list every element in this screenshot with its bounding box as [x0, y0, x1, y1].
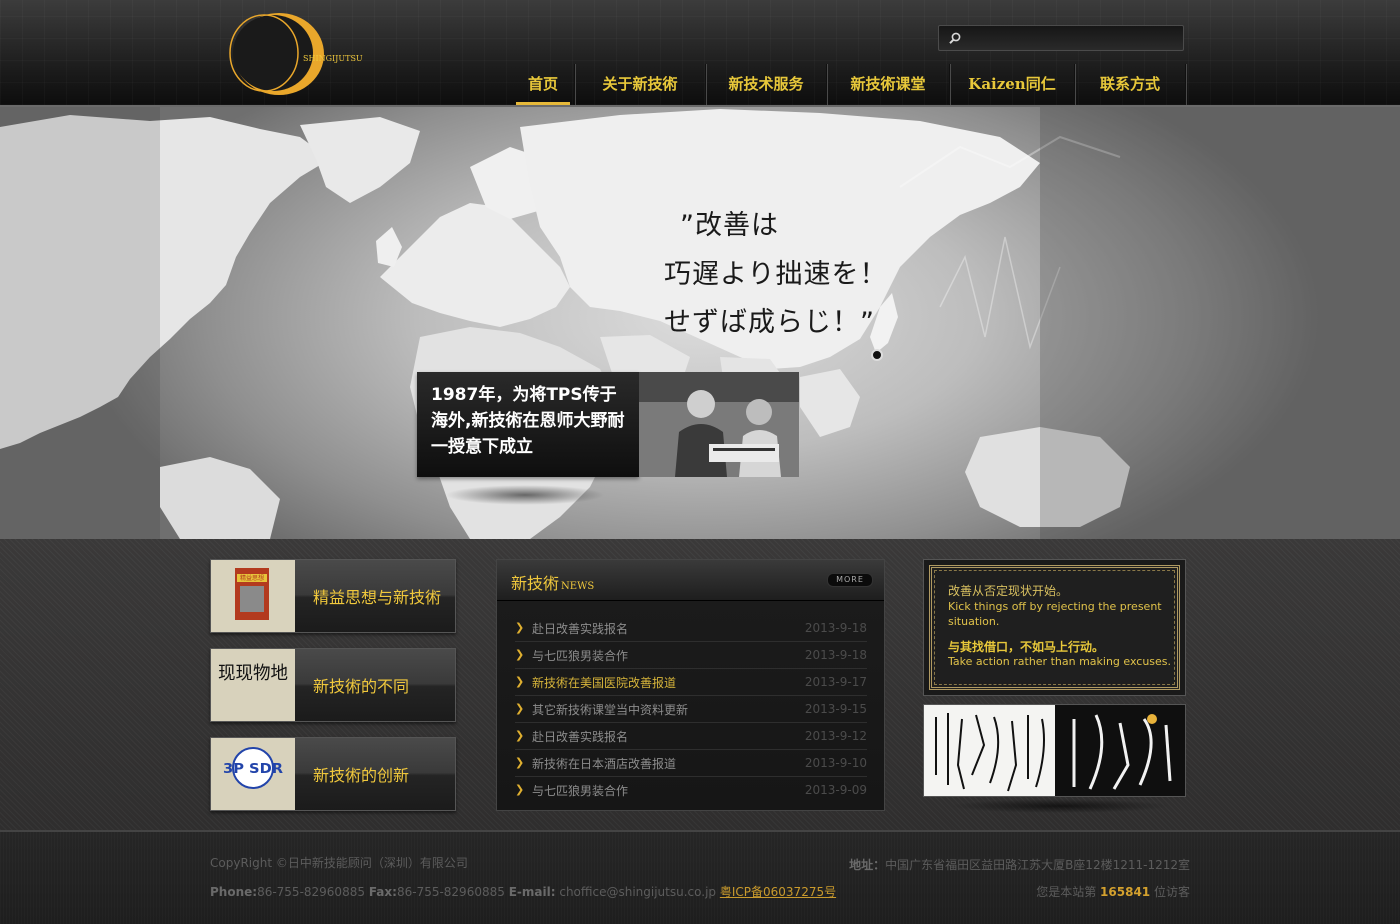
news-title-text: 新技術	[511, 574, 560, 593]
motto-board: 改善从否定现状开始。 Kick things off by rejecting …	[923, 559, 1186, 696]
main-nav: 首页 关于新技術 新技术服务 新技術课堂 Kaizen同仁 联系方式	[512, 64, 1186, 105]
news-item-date: 2013-9-17	[804, 675, 867, 689]
news-header: 新技術 NEWS MORE	[497, 560, 884, 601]
news-title: 新技術 NEWS	[511, 570, 594, 594]
news-item-date: 2013-9-18	[804, 621, 867, 635]
news-item[interactable]: ❯ 其它新技術课堂当中资料更新 2013-9-15	[515, 696, 867, 723]
motto-line-en-1: Kick things off by rejecting the present	[948, 600, 1162, 613]
footer-visitor-counter: 您是本站第 165841 位访客	[1036, 883, 1190, 900]
news-item-title[interactable]: 其它新技術课堂当中资料更新	[532, 701, 688, 718]
site-header: SHINGIJUTSU 首页 关于新技術 新技术服务 新技術课堂 Kaizen同…	[0, 0, 1400, 107]
feature-label: 精益思想与新技術	[313, 588, 442, 607]
news-more-button[interactable]: MORE	[827, 573, 873, 587]
chevron-right-icon: ❯	[515, 729, 525, 742]
news-item-title[interactable]: 与七匹狼男装合作	[532, 647, 628, 664]
news-list: ❯ 赴日改善实践报名 2013-9-18 ❯ 与七匹狼男装合作 2013-9-1…	[515, 615, 867, 803]
news-item-title[interactable]: 赴日改善实践报名	[532, 728, 628, 745]
quote-line-3: せずば成らじ！”	[664, 307, 875, 338]
calligraphy-image[interactable]	[923, 704, 1186, 797]
historic-photo	[639, 372, 799, 477]
motto-frame: 改善从否定现状开始。 Kick things off by rejecting …	[929, 565, 1180, 690]
search-box	[938, 25, 1184, 51]
news-item-date: 2013-9-12	[804, 729, 867, 743]
feature-thumb-calligraphy-text: 现现物地	[218, 663, 288, 684]
chevron-right-icon: ❯	[515, 675, 525, 688]
caption-shadow	[445, 485, 605, 505]
hero-banner[interactable]: ”改善は 巧遅より拙速を！ せずば成らじ！” 1987年，为将TPS传于海外,新…	[0, 107, 1400, 539]
banner-caption-text: 1987年，为将TPS传于海外,新技術在恩师大野耐一授意下成立	[431, 385, 625, 457]
news-item[interactable]: ❯ 赴日改善实践报名 2013-9-18	[515, 615, 867, 642]
nav-services[interactable]: 新技术服务	[706, 64, 827, 105]
news-item-date: 2013-9-15	[804, 702, 867, 716]
site-footer: CopyRight ©日中新技能顾问（深圳）有限公司 Phone:86-755-…	[0, 830, 1400, 924]
news-item-title[interactable]: 新技術在日本酒店改善报道	[532, 755, 676, 772]
news-item-date: 2013-9-09	[804, 783, 867, 797]
feature-label: 新技術的不同	[313, 677, 410, 696]
feature-thumb-book-title: 精益思想	[240, 574, 264, 582]
search-input[interactable]	[967, 28, 1181, 50]
news-item[interactable]: ❯ 赴日改善实践报名 2013-9-12	[515, 723, 867, 750]
quote-line-2: 巧遅より拙速を！	[664, 259, 888, 290]
motto-line-cn-2: 与其找借口，不如马上行动。	[948, 640, 1105, 654]
footer-fax: 86-755-82960885	[396, 885, 505, 899]
nav-kaizen-peers[interactable]: Kaizen同仁	[950, 64, 1075, 105]
feature-difference[interactable]: 现现物地 新技術的不同	[210, 648, 456, 722]
footer-phone-label: Phone:	[210, 885, 258, 899]
motto-line-en-3: Take action rather than making excuses.	[948, 655, 1172, 668]
footer-address: 中国广东省福田区益田路江苏大厦B座12楼1211-1212室	[885, 858, 1190, 872]
nav-contact[interactable]: 联系方式	[1075, 64, 1186, 105]
nav-classroom[interactable]: 新技術课堂	[827, 64, 950, 105]
news-item[interactable]: ❯ 新技術在日本酒店改善报道 2013-9-10	[515, 750, 867, 777]
footer-fax-label: Fax:	[368, 885, 397, 899]
feature-thumb-calligraphy: 现现物地	[211, 649, 295, 721]
footer-address-line: 地址：中国广东省福田区益田路江苏大厦B座12楼1211-1212室	[849, 856, 1190, 873]
feature-thumb-3p-text: 3P SDR	[223, 762, 283, 777]
shingijutsu-logo[interactable]: SHINGIJUTSU	[226, 8, 366, 98]
chevron-right-icon: ❯	[515, 648, 525, 661]
footer-copyright: CopyRight ©日中新技能顾问（深圳）有限公司	[210, 856, 468, 870]
news-subtitle: NEWS	[561, 581, 595, 592]
feature-label: 新技術的创新	[313, 766, 410, 785]
footer-email[interactable]: choffice@shingijutsu.co.jp	[559, 885, 716, 899]
chevron-right-icon: ❯	[515, 756, 525, 769]
news-item-date: 2013-9-18	[804, 648, 867, 662]
news-item[interactable]: ❯ 与七匹狼男装合作 2013-9-09	[515, 777, 867, 803]
chevron-right-icon: ❯	[515, 621, 525, 634]
visitor-prefix: 您是本站第	[1036, 885, 1097, 899]
nav-home[interactable]: 首页	[512, 64, 575, 105]
news-item[interactable]: ❯ 与七匹狼男装合作 2013-9-18	[515, 642, 867, 669]
news-item-title[interactable]: 与七匹狼男装合作	[532, 782, 628, 799]
footer-phone: 86-755-82960885	[257, 885, 365, 899]
footer-address-label: 地址：	[849, 858, 886, 872]
content-section: 精益思想 精益思想与新技術 现现物地 新技術的不同 3P SDR 新技術的创新 …	[0, 539, 1400, 830]
footer-icp-link[interactable]: 粤ICP备06037275号	[720, 885, 836, 899]
chevron-right-icon: ❯	[515, 702, 525, 715]
footer-contact-line: Phone:86-755-82960885 Fax:86-755-8296088…	[210, 883, 836, 900]
feature-innovation[interactable]: 3P SDR 新技術的创新	[210, 737, 456, 811]
chevron-right-icon: ❯	[515, 783, 525, 796]
news-item-title[interactable]: 赴日改善实践报名	[532, 620, 628, 637]
search-icon[interactable]	[948, 31, 962, 45]
news-item-date: 2013-9-10	[804, 756, 867, 770]
motto-line-cn-1: 改善从否定现状开始。	[948, 584, 1069, 598]
quote-line-1: ”改善は	[680, 210, 779, 241]
motto-line-en-2: situation.	[948, 615, 1000, 628]
footer-email-label: E-mail:	[508, 885, 556, 899]
calligraphy-shadow	[950, 799, 1170, 813]
banner-caption: 1987年，为将TPS传于海外,新技術在恩师大野耐一授意下成立	[417, 372, 639, 477]
slide-indicator-dot[interactable]	[871, 349, 883, 361]
nav-about[interactable]: 关于新技術	[575, 64, 706, 105]
news-item[interactable]: ❯ 新技術在美国医院改善报道 2013-9-17	[515, 669, 867, 696]
feature-thumb-3p: 3P SDR	[211, 738, 295, 810]
feature-thumb-book: 精益思想	[211, 560, 295, 632]
logo-text: SHINGIJUTSU	[303, 54, 363, 63]
visitor-suffix: 位访客	[1153, 885, 1190, 899]
news-panel: 新技術 NEWS MORE ❯ 赴日改善实践报名 2013-9-18 ❯ 与七匹狼…	[496, 559, 885, 811]
feature-lean-thinking[interactable]: 精益思想 精益思想与新技術	[210, 559, 456, 633]
news-item-title[interactable]: 新技術在美国医院改善报道	[532, 674, 676, 691]
visitor-count: 165841	[1100, 885, 1151, 899]
